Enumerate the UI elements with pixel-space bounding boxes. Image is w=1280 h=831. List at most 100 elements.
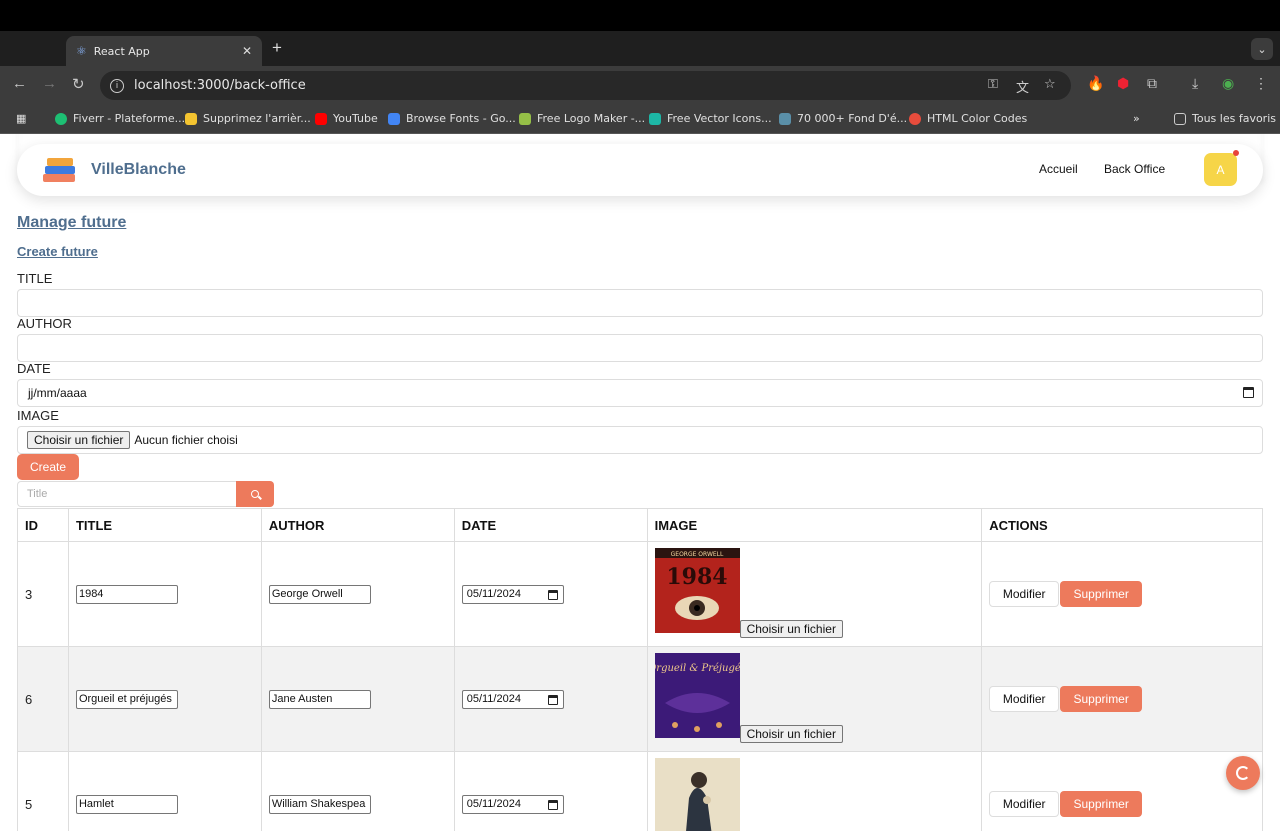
- futures-table: ID TITLE AUTHOR DATE IMAGE ACTIONS 3 198…: [17, 508, 1263, 831]
- bookmark-fiverr[interactable]: Fiverr - Plateforme...: [55, 112, 185, 125]
- date-input[interactable]: jj/mm/aaaa: [17, 379, 1263, 407]
- delete-button[interactable]: Supprimer: [1060, 791, 1143, 817]
- author-label: AUTHOR: [17, 316, 72, 331]
- color-codes-icon: [909, 112, 921, 125]
- forward-icon[interactable]: →: [42, 75, 57, 92]
- calendar-icon[interactable]: [547, 694, 558, 705]
- search-button[interactable]: [236, 481, 274, 507]
- create-button[interactable]: Create: [17, 454, 79, 480]
- modify-button[interactable]: Modifier: [989, 686, 1060, 712]
- extension-shield-icon[interactable]: ⬢: [1117, 75, 1129, 92]
- tab-search-icon[interactable]: ⌄: [1251, 38, 1273, 60]
- apps-grid-icon[interactable]: ▦: [16, 112, 26, 125]
- row-title-input[interactable]: Orgueil et préjugés: [75, 689, 178, 709]
- row-id: 5: [17, 751, 69, 831]
- star-icon[interactable]: ☆: [1044, 77, 1056, 92]
- row-date-input[interactable]: 05/11/2024: [461, 794, 564, 814]
- wallpaper-icon: [779, 112, 791, 125]
- column-header-title: TITLE: [67, 508, 262, 542]
- search-input[interactable]: Title: [17, 481, 236, 507]
- bookmark-youtube[interactable]: YouTube: [315, 112, 378, 125]
- books-logo-icon[interactable]: [41, 154, 77, 186]
- extensions-puzzle-icon[interactable]: ⧉: [1147, 75, 1157, 92]
- calendar-icon[interactable]: [547, 589, 558, 600]
- row-date-input[interactable]: 05/11/2024: [461, 689, 564, 709]
- date-label: DATE: [17, 361, 51, 376]
- bookmark-logo-maker[interactable]: Free Logo Maker -...: [519, 112, 645, 125]
- screen-top-bar: [0, 0, 1280, 31]
- more-bookmarks-icon[interactable]: »: [1133, 112, 1140, 125]
- refresh-button[interactable]: [1226, 756, 1260, 790]
- title-input[interactable]: [17, 289, 1263, 317]
- bookmark-vector-icons[interactable]: Free Vector Icons...: [649, 112, 772, 125]
- close-tab-icon[interactable]: ✕: [242, 44, 252, 58]
- new-tab-button[interactable]: +: [272, 38, 282, 58]
- site-navbar: VilleBlanche Accueil Back Office A: [17, 144, 1263, 196]
- table-header-row: ID TITLE AUTHOR DATE IMAGE ACTIONS: [17, 508, 1263, 542]
- row-choose-file-button[interactable]: Choisir un fichier: [739, 620, 843, 638]
- nav-link-accueil[interactable]: Accueil: [1039, 162, 1078, 176]
- bookmark-fonts[interactable]: Browse Fonts - Go...: [388, 112, 516, 125]
- brand-name[interactable]: VilleBlanche: [91, 161, 186, 179]
- bookmark-wallpapers[interactable]: 70 000+ Fond D'é...: [779, 112, 907, 125]
- removebg-icon: [185, 112, 197, 125]
- address-bar[interactable]: i localhost:3000/back-office ⚿ 文 ☆: [100, 71, 1071, 100]
- calendar-icon[interactable]: [1243, 387, 1254, 398]
- search-placeholder: Title: [27, 488, 48, 500]
- search-icon: [251, 490, 259, 498]
- nav-link-back-office[interactable]: Back Office: [1104, 162, 1165, 176]
- row-date-value: 05/11/2024: [466, 693, 521, 705]
- key-icon[interactable]: ⚿: [988, 77, 998, 92]
- folder-icon: [1174, 112, 1186, 125]
- cover-title-text: 1984: [666, 564, 727, 590]
- modify-button[interactable]: Modifier: [989, 791, 1060, 817]
- modify-button[interactable]: Modifier: [989, 581, 1060, 607]
- bookmark-html-colors[interactable]: HTML Color Codes: [909, 112, 1027, 125]
- browser-tab[interactable]: ⚛ React App ✕: [66, 36, 262, 66]
- back-icon[interactable]: ←: [12, 75, 27, 92]
- page-title[interactable]: Manage future: [17, 214, 126, 232]
- row-title-input[interactable]: 1984: [75, 584, 178, 604]
- row-date-input[interactable]: 05/11/2024: [461, 584, 564, 604]
- delete-button[interactable]: Supprimer: [1060, 581, 1143, 607]
- row-choose-file-button[interactable]: Choisir un fichier: [739, 725, 843, 743]
- column-header-date: DATE: [453, 508, 648, 542]
- create-section-title[interactable]: Create future: [17, 244, 98, 259]
- cover-title-text: Orgueil & Préjugés: [655, 663, 740, 674]
- tab-title: React App: [93, 44, 150, 58]
- translate-icon[interactable]: 文: [1016, 77, 1029, 96]
- table-row: 3 1984 George Orwell 05/11/2024 GEORGE O…: [17, 541, 1263, 647]
- google-fonts-icon: [388, 112, 400, 125]
- book-cover-image: [654, 758, 740, 831]
- image-label: IMAGE: [17, 408, 59, 423]
- file-status: Aucun fichier choisi: [134, 433, 238, 447]
- row-author-input[interactable]: Jane Austen: [268, 689, 371, 709]
- flaticon-icon: [649, 112, 661, 125]
- download-icon[interactable]: ⤓: [1192, 75, 1198, 92]
- row-author-input[interactable]: William Shakespea: [268, 794, 371, 814]
- avatar[interactable]: A: [1204, 150, 1239, 186]
- image-file-input[interactable]: Choisir un fichier Aucun fichier choisi: [17, 426, 1263, 454]
- fiverr-icon: [55, 112, 67, 125]
- row-title-input[interactable]: Hamlet: [75, 794, 178, 814]
- choose-file-button[interactable]: Choisir un fichier: [27, 431, 131, 449]
- notification-dot: [1233, 150, 1239, 156]
- book-cover-image: GEORGE ORWELL 1984: [654, 548, 740, 633]
- menu-icon[interactable]: ⋮: [1254, 75, 1268, 92]
- page-content: VilleBlanche Accueil Back Office A Manag…: [0, 134, 1280, 831]
- row-date-value: 05/11/2024: [466, 798, 521, 810]
- bookmark-remove-bg[interactable]: Supprimez l'arrièr...: [185, 112, 311, 125]
- calendar-icon[interactable]: [547, 799, 558, 810]
- profile-icon[interactable]: ◉: [1222, 75, 1234, 92]
- site-info-icon[interactable]: i: [110, 78, 124, 93]
- author-input[interactable]: [17, 334, 1263, 362]
- all-bookmarks[interactable]: Tous les favoris: [1174, 112, 1276, 125]
- delete-button[interactable]: Supprimer: [1060, 686, 1143, 712]
- row-author-input[interactable]: George Orwell: [268, 584, 371, 604]
- table-row: 6 Orgueil et préjugés Jane Austen 05/11/…: [17, 646, 1263, 752]
- react-icon: ⚛: [76, 44, 87, 58]
- reload-icon[interactable]: ↻: [72, 75, 85, 93]
- extension-fire-icon[interactable]: 🔥: [1087, 75, 1104, 92]
- book-cover-image: Orgueil & Préjugés: [654, 653, 740, 738]
- table-row: 5 Hamlet William Shakespea 05/11/2024 Mo…: [17, 751, 1263, 831]
